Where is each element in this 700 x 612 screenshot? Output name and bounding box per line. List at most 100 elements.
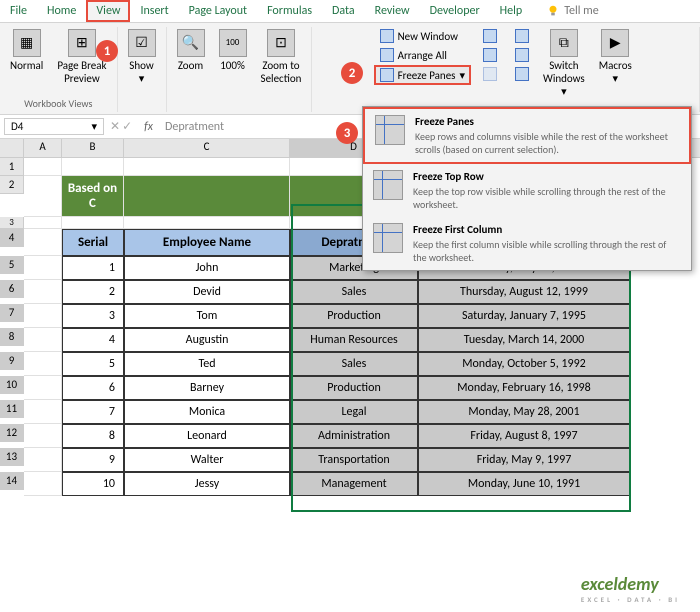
row-header-8[interactable]: 8 xyxy=(0,328,24,346)
zoom-100-button[interactable]: 100 100% xyxy=(213,27,253,112)
chevron-down-icon[interactable]: ▾ xyxy=(91,120,97,133)
cell-date[interactable]: Monday, October 5, 1992 xyxy=(418,352,630,376)
col-header-A[interactable]: A xyxy=(24,139,62,157)
cell-name[interactable]: Devid xyxy=(124,280,290,304)
reset-window-button[interactable] xyxy=(509,65,535,83)
zoom-button[interactable]: 🔍 Zoom xyxy=(171,27,211,112)
new-window-button[interactable]: New Window xyxy=(374,27,471,45)
title-band[interactable]: Based on C xyxy=(62,176,124,217)
header-name[interactable]: Employee Name xyxy=(124,229,290,256)
cell-dept[interactable]: Sales xyxy=(290,280,418,304)
cell-dept[interactable]: Sales xyxy=(290,352,418,376)
cell-serial[interactable]: 2 xyxy=(62,280,124,304)
cell-name[interactable]: John xyxy=(124,256,290,280)
cell[interactable] xyxy=(24,176,62,217)
freeze-top-row-option[interactable]: Freeze Top RowKeep the top row visible w… xyxy=(363,164,691,217)
row-header-14[interactable]: 14 xyxy=(0,472,24,490)
cell-date[interactable]: Friday, May 9, 1997 xyxy=(418,448,630,472)
row-header-10[interactable]: 10 xyxy=(0,376,24,394)
cell-serial[interactable]: 9 xyxy=(62,448,124,472)
view-side-button[interactable] xyxy=(509,27,535,45)
enter-icon[interactable]: ✓ xyxy=(122,119,132,134)
cell-name[interactable]: Leonard xyxy=(124,424,290,448)
zoom-to-selection-button[interactable]: ⊡ Zoom to Selection xyxy=(255,27,308,112)
tab-view[interactable]: View xyxy=(86,0,130,22)
cell-date[interactable]: Monday, February 16, 1998 xyxy=(418,376,630,400)
row-header-3[interactable]: 3 xyxy=(0,217,24,229)
cell-name[interactable]: Barney xyxy=(124,376,290,400)
freeze-panes-button[interactable]: Freeze Panes▾ xyxy=(374,65,471,85)
sync-scroll-button[interactable] xyxy=(509,46,535,64)
split-button[interactable] xyxy=(477,27,503,45)
name-box[interactable]: D4 ▾ xyxy=(4,118,104,135)
tab-help[interactable]: Help xyxy=(490,0,533,22)
cell-date[interactable]: Tuesday, March 14, 2000 xyxy=(418,328,630,352)
cell[interactable] xyxy=(124,158,290,176)
row-header-7[interactable]: 7 xyxy=(0,304,24,322)
row-header-4[interactable]: 4 xyxy=(0,229,24,247)
cell-serial[interactable]: 4 xyxy=(62,328,124,352)
fx-button[interactable]: fx xyxy=(144,120,153,134)
cell-serial[interactable]: 1 xyxy=(62,256,124,280)
cell-dept[interactable]: Administration xyxy=(290,424,418,448)
cell-dept[interactable]: Management xyxy=(290,472,418,496)
row-header-2[interactable]: 2 xyxy=(0,176,24,194)
tell-me-search[interactable]: Tell me xyxy=(536,0,609,22)
row-header-5[interactable]: 5 xyxy=(0,256,24,274)
cell-date[interactable]: Monday, June 10, 1991 xyxy=(418,472,630,496)
row-header-13[interactable]: 13 xyxy=(0,448,24,466)
unhide-button[interactable] xyxy=(477,65,503,83)
row-header-12[interactable]: 12 xyxy=(0,424,24,442)
tab-file[interactable]: File xyxy=(0,0,37,22)
row-header-1[interactable]: 1 xyxy=(0,158,24,176)
cell-serial[interactable]: 8 xyxy=(62,424,124,448)
tab-data[interactable]: Data xyxy=(322,0,365,22)
cell-name[interactable]: Jessy xyxy=(124,472,290,496)
col-header-C[interactable]: C xyxy=(124,139,290,157)
cell-dept[interactable]: Production xyxy=(290,376,418,400)
tab-review[interactable]: Review xyxy=(365,0,420,22)
cell-serial[interactable]: 7 xyxy=(62,400,124,424)
switch-windows-button[interactable]: ⧉ Switch Windows▾ xyxy=(537,27,591,112)
cell-name[interactable]: Augustin xyxy=(124,328,290,352)
cell[interactable] xyxy=(24,158,62,176)
show-button[interactable]: ☑ Show ▾ xyxy=(122,27,162,112)
arrange-all-button[interactable]: Arrange All xyxy=(374,46,471,64)
header-serial[interactable]: Serial xyxy=(62,229,124,256)
macros-button[interactable]: ▶ Macros▾ xyxy=(593,27,638,112)
row-header-9[interactable]: 9 xyxy=(0,352,24,370)
tab-home[interactable]: Home xyxy=(37,0,86,22)
cell-serial[interactable]: 3 xyxy=(62,304,124,328)
cell-serial[interactable]: 5 xyxy=(62,352,124,376)
select-all-triangle[interactable] xyxy=(0,139,24,157)
cell-date[interactable]: Thursday, August 12, 1999 xyxy=(418,280,630,304)
tab-page-layout[interactable]: Page Layout xyxy=(179,0,257,22)
page-break-preview-button[interactable]: ⊞ Page Break Preview xyxy=(51,27,112,97)
cell-name[interactable]: Monica xyxy=(124,400,290,424)
cancel-icon[interactable]: ✕ xyxy=(110,119,120,134)
cell-name[interactable]: Tom xyxy=(124,304,290,328)
cell-dept[interactable]: Transportation xyxy=(290,448,418,472)
freeze-first-column-option[interactable]: Freeze First ColumnKeep the first column… xyxy=(363,217,691,270)
cell-serial[interactable]: 10 xyxy=(62,472,124,496)
cell[interactable] xyxy=(62,158,124,176)
row-header-11[interactable]: 11 xyxy=(0,400,24,418)
row-header-6[interactable]: 6 xyxy=(0,280,24,298)
tab-formulas[interactable]: Formulas xyxy=(257,0,322,22)
hide-button[interactable] xyxy=(477,46,503,64)
cell-date[interactable]: Friday, August 8, 1997 xyxy=(418,424,630,448)
col-header-B[interactable]: B xyxy=(62,139,124,157)
cell-name[interactable]: Ted xyxy=(124,352,290,376)
cell-date[interactable]: Saturday, January 7, 1995 xyxy=(418,304,630,328)
tab-insert[interactable]: Insert xyxy=(130,0,178,22)
cell-dept[interactable]: Production xyxy=(290,304,418,328)
cell-name[interactable]: Walter xyxy=(124,448,290,472)
cell-dept[interactable]: Human Resources xyxy=(290,328,418,352)
normal-view-button[interactable]: ▦ Normal xyxy=(4,27,49,97)
tab-developer[interactable]: Developer xyxy=(420,0,490,22)
cell-date[interactable]: Monday, May 28, 2001 xyxy=(418,400,630,424)
cell-serial[interactable]: 6 xyxy=(62,376,124,400)
freeze-panes-option[interactable]: Freeze PanesKeep rows and columns visibl… xyxy=(363,107,691,164)
page-break-icon: ⊞ xyxy=(68,29,96,57)
cell-dept[interactable]: Legal xyxy=(290,400,418,424)
